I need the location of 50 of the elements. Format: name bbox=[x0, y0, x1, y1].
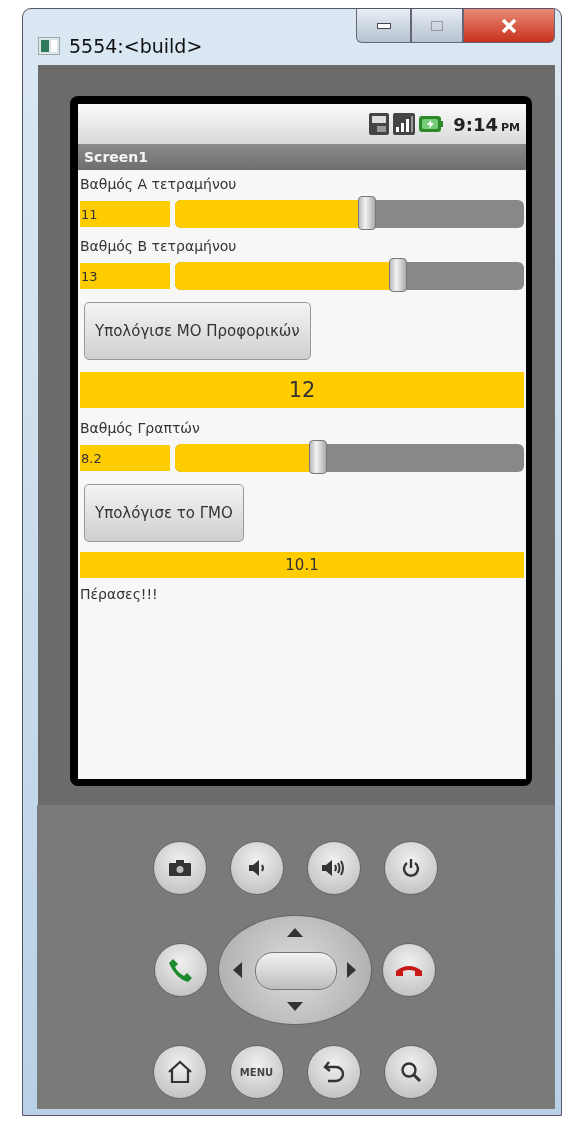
arrow-down-icon bbox=[287, 1002, 303, 1011]
search-key[interactable] bbox=[383, 1045, 438, 1099]
volume-down-key[interactable] bbox=[229, 841, 284, 895]
screen-title: Screen1 bbox=[78, 144, 526, 170]
maximize-button[interactable] bbox=[411, 9, 463, 43]
power-icon bbox=[400, 858, 421, 878]
signal-icon bbox=[393, 113, 416, 135]
window-title: 5554:<build> bbox=[69, 35, 203, 57]
value-field[interactable]: 8.2 bbox=[80, 445, 170, 471]
minimize-button[interactable] bbox=[356, 9, 411, 43]
value-field[interactable]: 11 bbox=[80, 201, 170, 227]
arrow-right-icon bbox=[347, 962, 356, 978]
arrow-up-icon bbox=[287, 928, 303, 937]
field-label: Βαθμός Α τετραμήνου bbox=[80, 175, 238, 194]
phone-handset-icon bbox=[168, 957, 194, 983]
menu-key[interactable]: MENU bbox=[229, 1045, 284, 1099]
battery-icon bbox=[419, 115, 444, 133]
minimize-icon bbox=[376, 22, 391, 29]
slider-thumb[interactable] bbox=[357, 196, 376, 230]
camera-key[interactable] bbox=[152, 841, 207, 895]
field-label: Βαθμός Γραπτών bbox=[80, 419, 201, 438]
back-arrow-icon bbox=[322, 1060, 345, 1084]
phone-handset-icon bbox=[395, 963, 423, 977]
slider-thumb[interactable] bbox=[389, 258, 408, 292]
app-icon bbox=[38, 37, 60, 55]
dpad-center-button[interactable] bbox=[255, 952, 337, 990]
power-key[interactable] bbox=[383, 841, 438, 895]
speaker-icon bbox=[247, 859, 266, 877]
calculate-button[interactable]: Υπολόγισε το ΓΜΟ bbox=[84, 484, 244, 542]
clock: 9:14 PM bbox=[453, 113, 520, 135]
home-key[interactable] bbox=[152, 1045, 207, 1099]
back-key[interactable] bbox=[306, 1045, 361, 1099]
maximize-icon bbox=[431, 20, 443, 31]
result-label: 10.1 bbox=[80, 552, 524, 578]
close-icon bbox=[501, 18, 517, 33]
arrow-left-icon bbox=[233, 962, 242, 978]
house-icon bbox=[166, 1060, 193, 1084]
end-call-key[interactable] bbox=[382, 943, 436, 997]
close-button[interactable] bbox=[463, 9, 555, 43]
value-field[interactable]: 13 bbox=[80, 263, 170, 289]
calculate-button[interactable]: Υπολόγισε ΜΟ Προφορικών bbox=[84, 302, 311, 360]
field-label: Βαθμός Β τετραμήνου bbox=[80, 237, 238, 256]
search-icon bbox=[399, 1061, 422, 1083]
call-key[interactable] bbox=[154, 943, 208, 997]
slider-thumb[interactable] bbox=[309, 440, 328, 474]
camera-icon bbox=[168, 860, 191, 876]
speaker-loud-icon bbox=[320, 859, 347, 877]
volume-up-key[interactable] bbox=[306, 841, 361, 895]
message-text: Πέρασες!!! bbox=[80, 586, 159, 602]
result-label: 12 bbox=[80, 372, 524, 408]
